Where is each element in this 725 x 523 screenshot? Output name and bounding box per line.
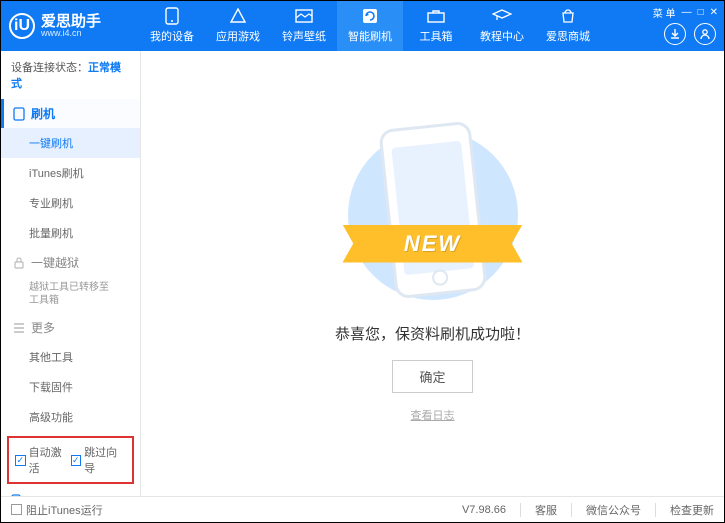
device-info[interactable]: iPhone 12 mini 64GB Down-12mini-13,1 [1,488,140,496]
nav-my-device[interactable]: 我的设备 [139,1,205,51]
phone-icon [162,8,182,24]
update-link[interactable]: 检查更新 [670,502,714,518]
nav-store[interactable]: 爱思商城 [535,1,601,51]
download-icon[interactable] [664,23,686,45]
view-log-link[interactable]: 查看日志 [411,407,455,423]
sidebar-item-batch-flash[interactable]: 批量刷机 [1,218,140,248]
close-button[interactable]: ✕ [710,7,718,18]
toolbox-icon [426,8,446,24]
nav-apps[interactable]: 应用游戏 [205,1,271,51]
sidebar-item-oneclick-flash[interactable]: 一键刷机 [1,128,140,158]
connection-status: 设备连接状态：正常模式 [1,51,140,99]
checkbox-skip-wizard[interactable]: ✓跳过向导 [71,444,127,476]
logo-icon: iU [9,13,35,39]
logo: iU 爱思助手 www.i4.cn [9,13,139,39]
sidebar-item-pro-flash[interactable]: 专业刷机 [1,188,140,218]
section-flash[interactable]: 刷机 [1,99,140,128]
support-link[interactable]: 客服 [535,502,557,518]
section-more[interactable]: 更多 [1,313,140,342]
sidebar-item-advanced[interactable]: 高级功能 [1,402,140,432]
tutorial-icon [492,8,512,24]
sidebar: 设备连接状态：正常模式 刷机 一键刷机 iTunes刷机 专业刷机 批量刷机 一… [1,51,141,496]
nav-ringtones[interactable]: 铃声壁纸 [271,1,337,51]
lock-icon [13,257,25,269]
user-icon[interactable] [694,23,716,45]
nav-toolbox[interactable]: 工具箱 [403,1,469,51]
block-itunes-label: 阻止iTunes运行 [26,502,103,518]
nav-tutorials[interactable]: 教程中心 [469,1,535,51]
more-icon [13,323,25,333]
section-jailbreak[interactable]: 一键越狱 [1,248,140,277]
sidebar-item-other-tools[interactable]: 其他工具 [1,342,140,372]
store-icon [558,8,578,24]
main-content: NEW 恭喜您，保资料刷机成功啦！ 确定 查看日志 [141,51,724,496]
top-nav: 我的设备 应用游戏 铃声壁纸 智能刷机 工具箱 教程中心 [139,1,716,51]
new-ribbon: NEW [343,225,523,263]
window-controls: 菜 单 — □ ✕ [653,5,718,20]
phone-small-icon [13,107,25,121]
checkbox-block-itunes[interactable] [11,504,22,515]
sidebar-item-download-fw[interactable]: 下载固件 [1,372,140,402]
success-illustration: NEW [363,125,503,305]
wechat-link[interactable]: 微信公众号 [586,502,641,518]
app-header: iU 爱思助手 www.i4.cn 我的设备 应用游戏 铃声壁纸 智能刷机 [1,1,724,51]
apps-icon [228,8,248,24]
nav-flash[interactable]: 智能刷机 [337,1,403,51]
app-name: 爱思助手 [41,14,101,29]
version-label: V7.98.66 [462,504,506,516]
wallpaper-icon [294,8,314,24]
app-domain: www.i4.cn [41,29,101,38]
minimize-button[interactable]: — [682,7,692,18]
ok-button[interactable]: 确定 [392,360,472,393]
success-message: 恭喜您，保资料刷机成功啦！ [335,323,530,344]
flash-icon [360,8,380,24]
checkbox-auto-activate[interactable]: ✓自动激活 [15,444,71,476]
menu-button[interactable]: 菜 单 [653,5,676,20]
sidebar-item-itunes-flash[interactable]: iTunes刷机 [1,158,140,188]
jailbreak-note: 越狱工具已转移至工具箱 [1,277,140,313]
footer: 阻止iTunes运行 V7.98.66 客服 微信公众号 检查更新 [1,496,724,522]
options-highlight-box: ✓自动激活 ✓跳过向导 [7,436,134,484]
maximize-button[interactable]: □ [698,7,704,18]
